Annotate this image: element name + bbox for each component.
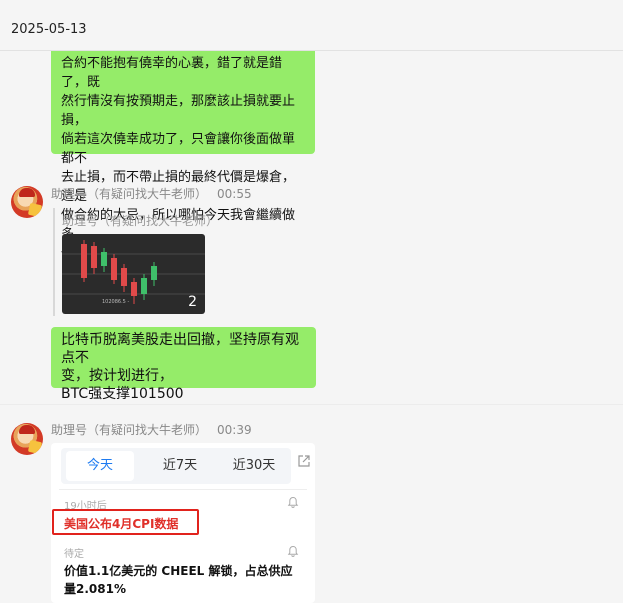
candlestick-image xyxy=(62,240,205,304)
sender-name: 助理号（有疑问找大牛老师） xyxy=(51,187,208,201)
message-time: 00:39 xyxy=(217,423,252,437)
tab-today[interactable]: 今天 xyxy=(66,451,134,481)
tab-30-days[interactable]: 近30天 xyxy=(219,448,289,484)
sender-line: 助理号（有疑问找大牛老师） 00:55 xyxy=(51,185,252,202)
bell-icon[interactable] xyxy=(287,545,299,557)
message-line: 倘若這次僥幸成功了，只會讓你後面做單都不 xyxy=(61,132,296,166)
event-title[interactable]: 价值1.1亿美元的 CHEEL 解锁，占总供应量2.081% xyxy=(64,562,304,598)
quote-sender: 助理号（有疑问找大牛老师） xyxy=(62,214,219,228)
image-count: 2 xyxy=(188,294,197,310)
message-line: BTC强支撑101500 xyxy=(61,386,184,402)
divider xyxy=(0,404,623,405)
event-time: 待定 xyxy=(64,549,84,560)
thumb-caption: 102086.5 - xyxy=(102,299,130,305)
message-bubble[interactable]: 比特币脱离美股走出回撤，坚持原有观点不 变，按计划进行， BTC强支撑10150… xyxy=(51,327,316,402)
tab-bar: 今天 近7天 近30天 xyxy=(61,448,291,484)
sender-name: 助理号（有疑问找大牛老师） xyxy=(51,423,208,437)
message-line: 然行情沒有按預期走，那麼該止損就要止損， xyxy=(61,94,296,128)
message-line: 变，按计划进行， xyxy=(61,368,173,384)
avatar[interactable] xyxy=(11,186,43,218)
quote-bar xyxy=(53,208,55,316)
card-separator xyxy=(59,489,307,490)
tab-7-days[interactable]: 近7天 xyxy=(145,448,215,484)
message-line: 合約不能抱有僥幸的心裏，錯了就是錯了，既 xyxy=(61,56,283,90)
date-label: 2025-05-13 xyxy=(11,22,87,37)
chat-header: 2025-05-13 xyxy=(0,0,623,51)
message-line: 比特币脱离美股走出回撤，坚持原有观点不 xyxy=(61,332,299,366)
external-link-icon[interactable] xyxy=(298,455,310,467)
chart-image-thumbnail[interactable]: 102086.5 - 2 xyxy=(62,234,205,314)
sender-line: 助理号（有疑问找大牛老师） 00:39 xyxy=(51,421,252,438)
message-time: 00:55 xyxy=(217,187,252,201)
highlight-box xyxy=(52,509,199,535)
bell-icon[interactable] xyxy=(287,496,299,508)
avatar[interactable] xyxy=(11,423,43,455)
